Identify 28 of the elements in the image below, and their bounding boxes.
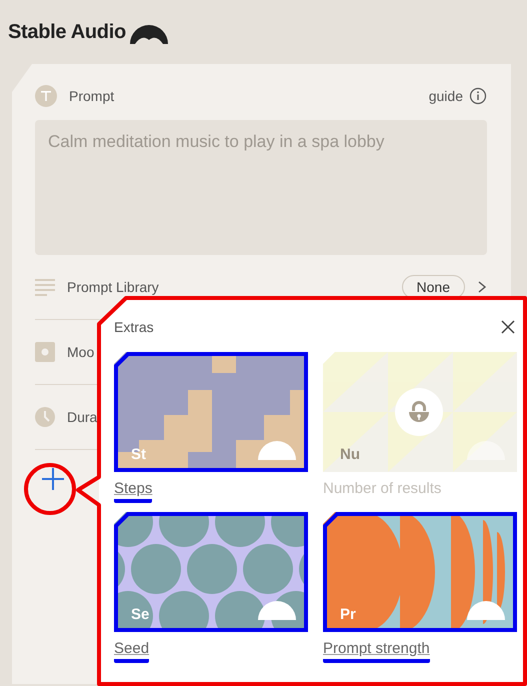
extra-label[interactable]: Seed bbox=[114, 640, 150, 663]
extra-label[interactable]: Prompt strength bbox=[323, 640, 430, 663]
tile-abbreviation: Pr bbox=[340, 606, 356, 623]
chevron-icon[interactable] bbox=[477, 280, 487, 294]
prompt-label: Prompt bbox=[69, 88, 114, 104]
extras-title: Extras bbox=[114, 319, 154, 335]
semicircle-icon bbox=[258, 601, 296, 620]
clock-icon bbox=[35, 407, 55, 427]
tile-abbreviation: St bbox=[131, 446, 146, 463]
text-icon bbox=[35, 85, 57, 107]
setting-label[interactable]: Moo bbox=[67, 344, 94, 360]
setting-label[interactable]: Prompt Library bbox=[67, 279, 159, 295]
tile-abbreviation: Nu bbox=[340, 446, 360, 463]
close-icon[interactable] bbox=[501, 320, 515, 334]
prompt-field[interactable]: Calm meditation music to play in a spa lobby bbox=[35, 120, 487, 255]
setting-label[interactable]: Dura bbox=[67, 409, 98, 425]
info-icon[interactable] bbox=[469, 87, 487, 105]
tile-abbreviation: Se bbox=[131, 606, 150, 623]
semicircle-icon bbox=[258, 441, 296, 460]
logo-icon bbox=[130, 24, 168, 44]
semicircle-icon bbox=[467, 441, 505, 460]
guide-link[interactable]: guide bbox=[428, 88, 463, 104]
extra-label[interactable]: Steps bbox=[114, 480, 152, 503]
semicircle-icon bbox=[467, 601, 505, 620]
brand-name: Stable Audio bbox=[8, 21, 126, 44]
model-icon bbox=[35, 342, 55, 362]
lock-icon bbox=[395, 388, 443, 436]
list-icon bbox=[35, 278, 55, 296]
